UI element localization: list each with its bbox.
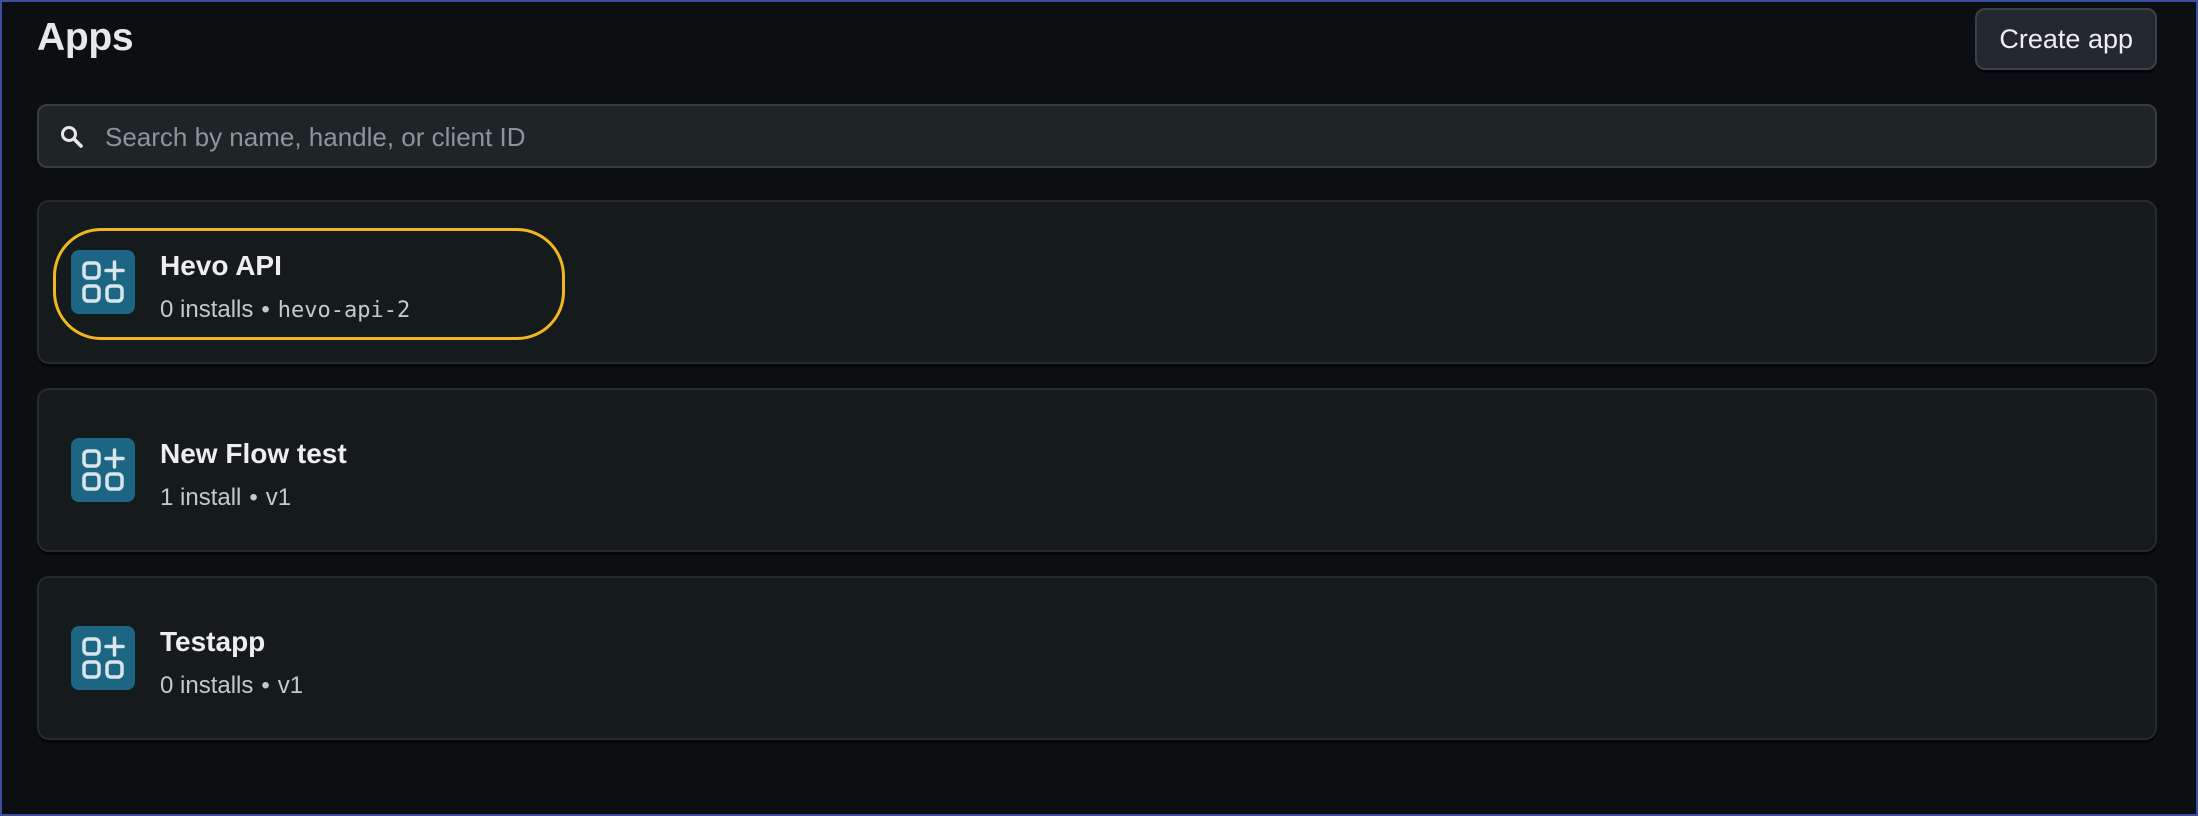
page-header: Apps Create app — [37, 2, 2157, 80]
install-count: 0 installs — [160, 296, 254, 323]
install-count: 0 installs — [160, 672, 254, 699]
app-grid-plus-icon — [71, 626, 135, 690]
install-count: 1 install — [160, 484, 242, 511]
app-card-hevo-api[interactable]: Hevo API 0 installs • hevo-api-2 — [37, 200, 2157, 364]
app-name: Hevo API — [160, 250, 282, 281]
app-card-testapp[interactable]: Testapp 0 installs • v1 — [37, 576, 2157, 740]
search-icon — [59, 124, 85, 150]
app-meta: 0 installs • hevo-api-2 — [160, 296, 410, 324]
create-app-button[interactable]: Create app — [1975, 8, 2157, 70]
separator-dot: • — [261, 296, 270, 323]
apps-page: Apps Create app Hevo API 0 installs • hevo… — [37, 2, 2157, 740]
app-name: Testapp — [160, 626, 266, 657]
app-grid-plus-icon — [71, 438, 135, 502]
app-card-new-flow-test[interactable]: New Flow test 1 install • v1 — [37, 388, 2157, 552]
app-version: v1 — [277, 672, 304, 699]
app-grid-plus-icon — [71, 250, 135, 314]
app-meta: 1 install • v1 — [160, 484, 291, 512]
page-title: Apps — [37, 16, 134, 59]
separator-dot: • — [249, 484, 258, 511]
app-version: v1 — [265, 484, 292, 511]
search-bar[interactable] — [37, 104, 2157, 168]
separator-dot: • — [261, 672, 270, 699]
app-meta: 0 installs • v1 — [160, 672, 303, 700]
app-handle: hevo-api-2 — [277, 298, 411, 323]
app-name: New Flow test — [160, 438, 347, 469]
search-input[interactable] — [103, 106, 2137, 168]
